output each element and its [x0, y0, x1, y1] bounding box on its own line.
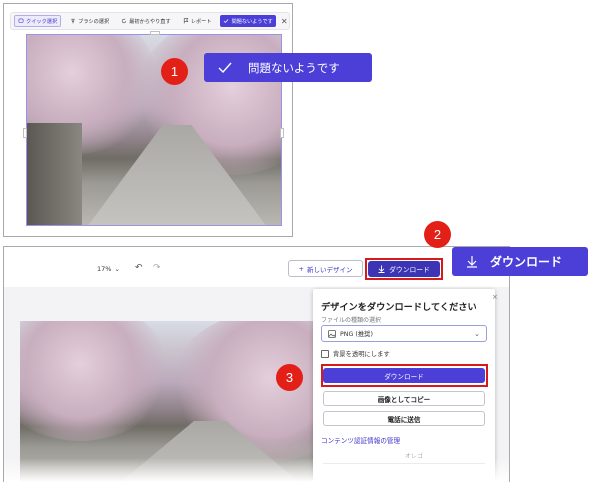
transparent-checkbox[interactable] [321, 349, 329, 358]
editor-topbar: 17% ⌄ ↶ ↷ + 新しいデザイン ダウンロード [4, 247, 509, 287]
redo-icon[interactable]: ↷ [153, 263, 161, 273]
chevron-down-icon: ⌄ [474, 329, 480, 338]
quick-select-screen: クイック選択 ブラシの選択 最初からやり直す レポート 問題ないようです ✕ [3, 3, 293, 237]
new-design-button[interactable]: + 新しいデザイン [288, 260, 363, 277]
undo-icon[interactable]: ↶ [135, 263, 143, 273]
plus-icon: + [298, 264, 304, 273]
report-label: レポート [190, 18, 212, 25]
restart-icon [122, 18, 127, 24]
step-badge-3: 3 [276, 364, 303, 391]
transparent-label: 背景を透明にします [333, 351, 390, 358]
copy-as-image-button[interactable]: 画像としてコピー [323, 391, 485, 406]
download-icon [467, 256, 477, 268]
bottom-fade [4, 458, 509, 482]
crop-handle-left[interactable] [23, 128, 27, 138]
quick-select-toolbar: クイック選択 ブラシの選択 最初からやり直す レポート 問題ないようです ✕ [10, 12, 290, 30]
download-panel: デザインをダウンロードしてください ファイルの種類の選択 PNG (推奨) ⌄ … [313, 289, 495, 482]
restart-button[interactable]: 最初からやり直す [118, 15, 174, 27]
check-icon [224, 19, 229, 24]
callout-download: ダウンロード [452, 247, 588, 276]
image-icon [328, 329, 336, 338]
highlight-panel-download-button [321, 364, 488, 387]
callout-looks-good: 問題ないようです [204, 53, 372, 82]
lasso-icon [18, 18, 24, 23]
transparent-background-option[interactable]: 背景を透明にします [321, 349, 390, 358]
building-wall [27, 123, 82, 225]
file-type-select[interactable]: PNG (推奨) ⌄ [321, 325, 487, 342]
chevron-down-icon: ⌄ [114, 265, 120, 273]
step-badge-2: 2 [424, 221, 451, 248]
content-credentials-link[interactable]: コンテンツ認証情報の管理 [321, 435, 400, 445]
restart-label: 最初からやり直す [129, 18, 171, 25]
close-icon[interactable]: ✕ [281, 17, 288, 26]
zoom-value: 17% [97, 265, 112, 273]
file-type-label: ファイルの種類の選択 [321, 317, 382, 324]
editor-download-screen: 17% ⌄ ↶ ↷ + 新しいデザイン ダウンロード デザインをダウンロードして… [3, 246, 510, 482]
file-type-value: PNG (推奨) [340, 331, 373, 338]
looks-good-button[interactable]: 問題ないようです [220, 15, 276, 27]
step-badge-1: 1 [161, 58, 188, 85]
report-button[interactable]: レポート [180, 15, 215, 27]
brush-icon [71, 18, 75, 24]
brush-select-tool[interactable]: ブラシの選択 [67, 15, 112, 27]
download-panel-title: デザインをダウンロードしてください [321, 302, 477, 313]
callout-looks-good-label: 問題ないようです [248, 60, 340, 75]
send-to-phone-button[interactable]: 電話に送信 [323, 411, 485, 426]
callout-download-label: ダウンロード [490, 255, 563, 269]
flag-icon [183, 18, 189, 24]
quick-select-label: クイック選択 [26, 18, 58, 25]
crop-handle-top[interactable] [150, 31, 160, 35]
brush-select-label: ブラシの選択 [78, 18, 110, 25]
zoom-control[interactable]: 17% ⌄ [97, 265, 120, 273]
close-icon[interactable]: × [492, 293, 498, 301]
highlight-download-button [365, 258, 443, 280]
check-icon [218, 62, 232, 73]
crop-handle-right[interactable] [280, 128, 284, 138]
looks-good-label: 問題ないようです [231, 18, 273, 25]
quick-select-tool[interactable]: クイック選択 [14, 15, 62, 27]
new-design-label: 新しいデザイン [306, 265, 353, 274]
